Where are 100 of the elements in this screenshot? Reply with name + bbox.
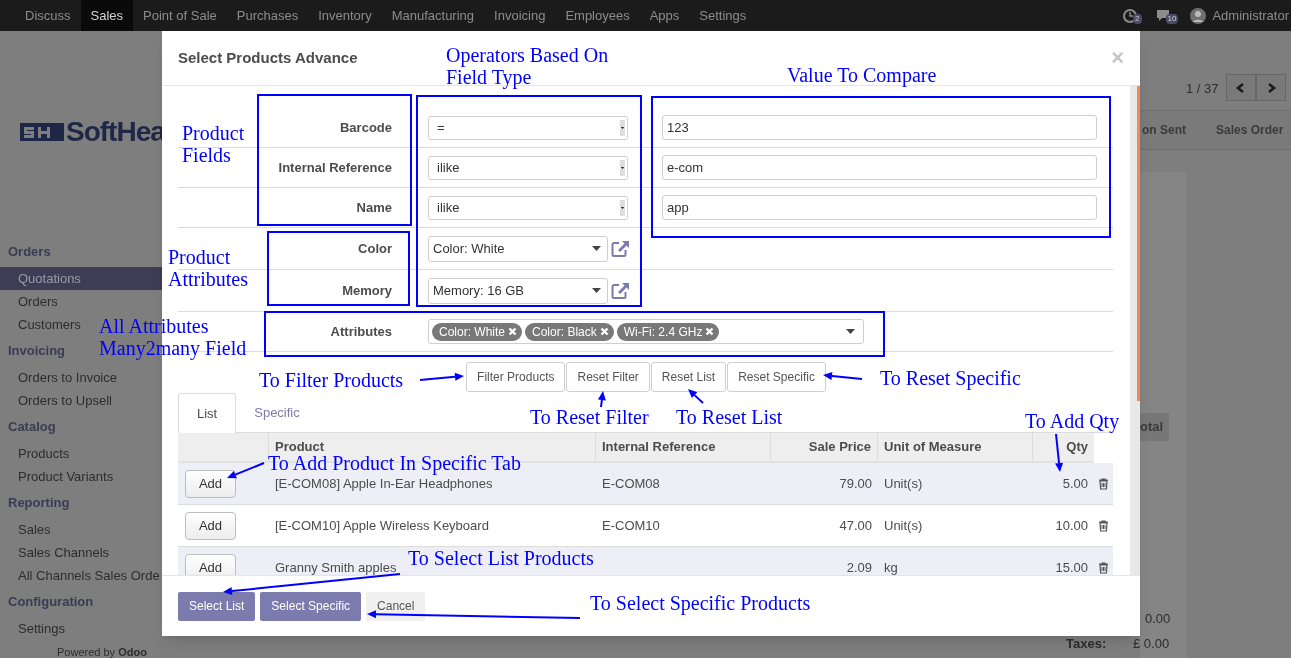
value-input[interactable]: 123 xyxy=(662,115,1097,140)
table-cell-text: kg xyxy=(884,558,898,575)
app-menu-item[interactable]: Invoicing xyxy=(484,0,556,31)
caret-icon xyxy=(592,245,601,252)
attribute-label: Color xyxy=(358,239,392,258)
remove-icon[interactable] xyxy=(599,327,609,336)
trash-icon[interactable] xyxy=(1098,477,1109,490)
annotation-text: To Reset Specific xyxy=(880,367,1021,389)
field-label: Name xyxy=(356,198,392,217)
messages-button[interactable]: 10 xyxy=(1155,7,1179,24)
untaxed-amount: 0.00 xyxy=(1145,610,1171,628)
value-input[interactable]: e-com xyxy=(662,155,1097,180)
arrow xyxy=(227,462,265,479)
spinner-icon xyxy=(620,198,625,217)
trash-icon[interactable] xyxy=(1098,561,1109,574)
table-cell-text: 79.00 xyxy=(839,474,872,493)
annotation-text: Product Fields xyxy=(182,122,246,166)
app-menu-item[interactable]: Sales xyxy=(80,0,134,31)
table-cell-text: [E-COM08] Apple In-Ear Headphones xyxy=(275,475,493,493)
table-cell-text: 15.00 xyxy=(1055,558,1088,575)
tags-field[interactable]: Color: White Color: Black Wi-Fi: 2.4 GHz xyxy=(428,319,864,344)
attribute-tag: Color: Black xyxy=(525,322,614,341)
app-menu-item[interactable]: Purchases xyxy=(226,0,309,31)
app-menu-item[interactable]: Apps xyxy=(639,0,690,31)
external-link-icon[interactable] xyxy=(611,240,630,257)
action-button[interactable]: Reset Specific xyxy=(727,362,826,392)
external-link-icon[interactable] xyxy=(611,282,630,299)
scrollbar[interactable] xyxy=(1130,86,1140,575)
status-step[interactable]: Sales Order xyxy=(1216,121,1284,139)
attribute-select[interactable]: Color: White xyxy=(428,235,608,262)
annotation-text: To Select Specific Products xyxy=(590,592,811,614)
attribute-label: Memory xyxy=(342,281,392,300)
app-menu-item[interactable]: Manufacturing xyxy=(381,0,485,31)
logo-text: SoftHea xyxy=(66,117,165,147)
attribute-select[interactable]: Memory: 16 GB xyxy=(428,277,608,304)
caret-icon xyxy=(592,287,601,294)
footer-button[interactable]: Select Specific xyxy=(260,591,362,621)
attribute-label: Attributes xyxy=(330,322,392,341)
status-step[interactable]: on Sent xyxy=(1140,121,1216,139)
action-button[interactable]: Filter Products xyxy=(466,362,566,392)
footer-button[interactable]: Cancel xyxy=(366,591,426,621)
table-cell-text: Unit(s) xyxy=(884,516,923,535)
operator-select[interactable]: = xyxy=(428,115,628,140)
taxes-label: Taxes: xyxy=(1066,635,1107,653)
column-header: Internal Reference xyxy=(602,438,716,457)
arrow xyxy=(688,389,704,404)
trash-icon[interactable] xyxy=(1098,519,1109,532)
table-cell-text: 2.09 xyxy=(846,558,872,575)
operator-select[interactable]: ilike xyxy=(428,155,628,180)
tab[interactable]: Specific xyxy=(236,393,318,433)
remove-icon[interactable] xyxy=(508,327,518,336)
annotation-text: To Reset Filter xyxy=(530,406,649,428)
action-button[interactable]: Reset Filter xyxy=(566,362,650,392)
menu-section-title: Invoicing xyxy=(8,342,66,361)
app-menu-item[interactable]: Point of Sale xyxy=(133,0,227,31)
app-menu-item[interactable]: Settings xyxy=(689,0,757,31)
column-header: Qty xyxy=(1066,438,1088,457)
avatar-icon xyxy=(1190,7,1207,24)
app-menu-item[interactable]: Employees xyxy=(555,0,640,31)
action-button[interactable]: Reset List xyxy=(650,362,727,392)
field-label: Barcode xyxy=(339,118,392,137)
field-label: Internal Reference xyxy=(278,158,392,177)
user-name[interactable]: Administrator xyxy=(1212,5,1289,26)
value-input[interactable]: app xyxy=(662,195,1097,220)
column-header: Sale Price xyxy=(808,438,871,457)
table-cell-text: 5.00 xyxy=(1062,474,1088,493)
table-cell-text: 47.00 xyxy=(839,516,872,535)
column-header: otal xyxy=(1140,413,1169,441)
footer-button[interactable]: Select List xyxy=(178,591,256,621)
table-cell-text: 10.00 xyxy=(1055,516,1088,535)
remove-icon[interactable] xyxy=(705,327,715,336)
table-cell-text: Unit(s) xyxy=(884,474,923,493)
pager-text: 1 / 37 xyxy=(1186,80,1219,98)
annotation-text: Operators Based On Field Type xyxy=(446,44,610,88)
annotation-text: To Reset List xyxy=(676,406,783,428)
taxes-amount: £ 0.00 xyxy=(1133,635,1170,653)
arrow xyxy=(823,371,863,380)
add-button[interactable]: Add xyxy=(185,469,236,498)
previous-page-button[interactable] xyxy=(1226,74,1256,101)
table-cell-text: E-COM10 xyxy=(602,516,660,535)
tab[interactable]: List xyxy=(178,393,237,433)
column-header: Unit of Measure xyxy=(884,438,982,457)
dialog-title: Select Products Advance xyxy=(178,47,358,68)
dropdown-caret-icon xyxy=(846,328,855,335)
annotation-text: To Filter Products xyxy=(259,369,404,391)
table-cell-text: Granny Smith apples xyxy=(275,558,397,575)
app-menu-item[interactable]: Inventory xyxy=(308,0,382,31)
annotation-text: To Select List Products xyxy=(408,547,594,569)
operator-select[interactable]: ilike xyxy=(428,195,628,220)
annotation-text: To Add Qty xyxy=(1025,410,1120,432)
next-page-button[interactable] xyxy=(1256,74,1286,101)
menu-section-title: Orders xyxy=(8,243,51,262)
spinner-icon xyxy=(620,158,625,177)
arrow xyxy=(597,391,606,408)
annotation-text: Value To Compare xyxy=(787,64,937,86)
menu-section-title: Catalog xyxy=(8,418,56,437)
app-menu-item[interactable]: Discuss xyxy=(15,0,81,31)
table-cell-text: [E-COM10] Apple Wireless Keyboard xyxy=(275,516,489,535)
add-button[interactable]: Add xyxy=(185,511,236,540)
add-button[interactable]: Add xyxy=(185,553,236,575)
